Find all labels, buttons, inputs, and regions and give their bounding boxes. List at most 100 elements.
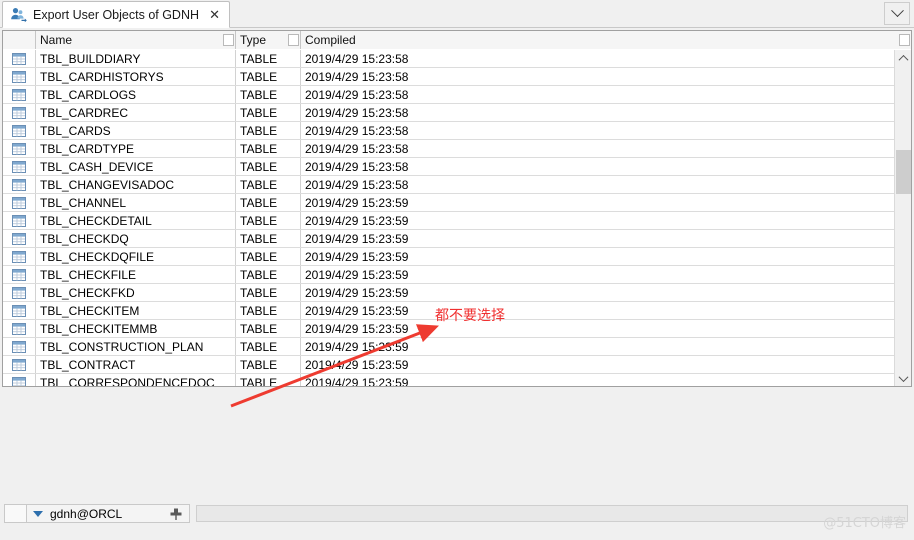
connection-indicator[interactable]: gdnh@ORCL	[4, 504, 190, 523]
table-object-icon	[3, 230, 36, 247]
status-message-area	[196, 505, 908, 522]
table-row[interactable]: TBL_CHANGEVISADOC TABLE 2019/4/29 15:23:58	[3, 176, 894, 194]
column-resize-grip-compiled[interactable]	[899, 34, 910, 46]
table-row[interactable]: TBL_BUILDDIARY TABLE 2019/4/29 15:23:58	[3, 50, 894, 68]
table-row[interactable]: TBL_CARDLOGS TABLE 2019/4/29 15:23:58	[3, 86, 894, 104]
table-row[interactable]: TBL_CARDREC TABLE 2019/4/29 15:23:58	[3, 104, 894, 122]
cell-type: TABLE	[236, 248, 301, 265]
close-icon[interactable]: ✕	[208, 8, 221, 21]
cell-name: TBL_CHECKITEMMB	[36, 320, 236, 337]
cell-name: TBL_CHECKDQ	[36, 230, 236, 247]
table-object-icon	[3, 248, 36, 265]
table-row[interactable]: TBL_CHECKDQ TABLE 2019/4/29 15:23:59	[3, 230, 894, 248]
tab-strip: Export User Objects of GDNH ✕	[0, 0, 914, 28]
cell-name: TBL_CONTRACT	[36, 356, 236, 373]
table-object-icon	[3, 302, 36, 319]
table-object-icon	[3, 176, 36, 193]
annotation-note: 都不要选择	[435, 308, 505, 324]
cell-compiled: 2019/4/29 15:23:59	[305, 249, 409, 264]
cell-name: TBL_CHANGEVISADOC	[36, 176, 236, 193]
cell-name: TBL_BUILDDIARY	[36, 50, 236, 67]
cell-name: TBL_CORRESPONDENCEDOC	[36, 374, 236, 386]
column-header-compiled[interactable]: Compiled	[301, 31, 911, 49]
cell-type: TABLE	[236, 338, 301, 355]
cell-compiled: 2019/4/29 15:23:59	[305, 357, 409, 372]
cell-name: TBL_CONSTRUCTION_PLAN	[36, 338, 236, 355]
cell-name: TBL_CHECKITEM	[36, 302, 236, 319]
column-header-name[interactable]: Name	[36, 31, 236, 49]
cell-compiled: 2019/4/29 15:23:59	[305, 375, 409, 387]
table-row[interactable]: TBL_CONSTRUCTION_PLAN TABLE 2019/4/29 15:2…	[3, 338, 894, 356]
cell-name: TBL_CHECKDETAIL	[36, 212, 236, 229]
table-object-icon	[3, 338, 36, 355]
cell-compiled: 2019/4/29 15:23:58	[305, 141, 409, 156]
object-grid: Name Type Compiled TBL_BUILDDIARY TABLE 20…	[2, 30, 912, 387]
grid-rows[interactable]: TBL_BUILDDIARY TABLE 2019/4/29 15:23:58 TBL…	[3, 50, 894, 387]
tab-export-user-objects[interactable]: Export User Objects of GDNH ✕	[2, 1, 231, 28]
cell-compiled: 2019/4/29 15:23:59	[305, 231, 409, 246]
table-row[interactable]: TBL_CHECKFKD TABLE 2019/4/29 15:23:59	[3, 284, 894, 302]
cell-compiled: 2019/4/29 15:23:58	[305, 87, 409, 102]
cell-type: TABLE	[236, 284, 301, 301]
cell-type: TABLE	[236, 302, 301, 319]
table-row[interactable]: TBL_CARDTYPE TABLE 2019/4/29 15:23:58	[3, 140, 894, 158]
cell-compiled: 2019/4/29 15:23:59	[305, 285, 409, 300]
column-header-type[interactable]: Type	[236, 31, 301, 49]
table-object-icon	[3, 50, 36, 67]
table-row[interactable]: TBL_CARDS TABLE 2019/4/29 15:23:58	[3, 122, 894, 140]
column-header-icon[interactable]	[3, 31, 36, 49]
grid-header-row: Name Type Compiled	[3, 31, 911, 49]
tab-title: Export User Objects of GDNH	[33, 7, 200, 22]
table-object-icon	[3, 104, 36, 121]
cell-name: TBL_CARDTYPE	[36, 140, 236, 157]
cell-compiled: 2019/4/29 15:23:59	[305, 303, 409, 318]
cell-name: TBL_CARDREC	[36, 104, 236, 121]
column-header-name-label: Name	[40, 33, 73, 47]
cell-type: TABLE	[236, 230, 301, 247]
table-object-icon	[3, 212, 36, 229]
cell-compiled: 2019/4/29 15:23:59	[305, 267, 409, 282]
cell-name: TBL_CARDLOGS	[36, 86, 236, 103]
scroll-up-button[interactable]	[895, 50, 911, 67]
cell-type: TABLE	[236, 176, 301, 193]
table-row[interactable]: TBL_CHECKFILE TABLE 2019/4/29 15:23:59	[3, 266, 894, 284]
cell-type: TABLE	[236, 140, 301, 157]
table-object-icon	[3, 320, 36, 337]
cell-compiled: 2019/4/29 15:23:58	[305, 177, 409, 192]
scroll-down-button[interactable]	[895, 370, 911, 386]
cell-type: TABLE	[236, 158, 301, 175]
restore-window-button[interactable]	[884, 2, 910, 25]
cell-name: TBL_CHECKFKD	[36, 284, 236, 301]
cell-name: TBL_CHANNEL	[36, 194, 236, 211]
table-row[interactable]: TBL_CHANNEL TABLE 2019/4/29 15:23:59	[3, 194, 894, 212]
table-object-icon	[3, 266, 36, 283]
cell-name: TBL_CARDHISTORYS	[36, 68, 236, 85]
triangle-down-icon[interactable]	[33, 510, 43, 517]
cell-compiled: 2019/4/29 15:23:59	[305, 339, 409, 354]
table-row[interactable]: TBL_CHECKDQFILE TABLE 2019/4/29 15:23:59	[3, 248, 894, 266]
cell-compiled: 2019/4/29 15:23:59	[305, 321, 409, 336]
scrollbar-thumb[interactable]	[896, 150, 911, 194]
cell-type: TABLE	[236, 194, 301, 211]
cell-name: TBL_CHECKDQFILE	[36, 248, 236, 265]
table-row[interactable]: TBL_CONTRACT TABLE 2019/4/29 15:23:59	[3, 356, 894, 374]
column-resize-grip-name[interactable]	[223, 34, 234, 46]
column-resize-grip-type[interactable]	[288, 34, 299, 46]
table-row[interactable]: TBL_CASH_DEVICE TABLE 2019/4/29 15:23:58	[3, 158, 894, 176]
table-row[interactable]: TBL_CARDHISTORYS TABLE 2019/4/29 15:23:58	[3, 68, 894, 86]
table-object-icon	[3, 140, 36, 157]
table-object-icon	[3, 194, 36, 211]
connection-color-swatch	[5, 505, 27, 522]
cell-type: TABLE	[236, 266, 301, 283]
cell-name: TBL_CHECKFILE	[36, 266, 236, 283]
chevron-down-icon	[890, 4, 904, 18]
table-object-icon	[3, 356, 36, 373]
pin-icon[interactable]	[168, 507, 184, 521]
table-object-icon	[3, 284, 36, 301]
table-row[interactable]: TBL_CHECKDETAIL TABLE 2019/4/29 15:23:59	[3, 212, 894, 230]
cell-name: TBL_CASH_DEVICE	[36, 158, 236, 175]
grid-vertical-scrollbar[interactable]	[894, 50, 911, 386]
export-user-objects-window: Export User Objects of GDNH ✕ Name Type …	[0, 0, 914, 540]
table-row[interactable]: TBL_CORRESPONDENCEDOC TABLE 2019/4/29 15:2…	[3, 374, 894, 387]
cell-compiled: 2019/4/29 15:23:58	[305, 69, 409, 84]
